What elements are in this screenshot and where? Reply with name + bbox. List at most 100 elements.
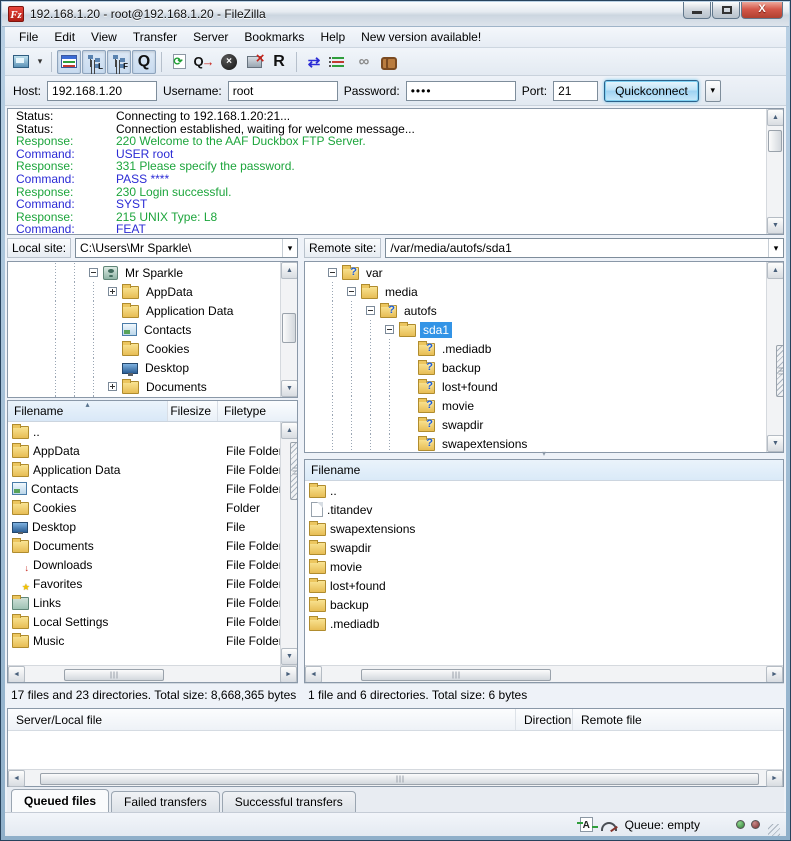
- toggle-message-log-button[interactable]: [57, 50, 81, 74]
- menu-transfer[interactable]: Transfer: [125, 28, 185, 46]
- tree-item[interactable]: var: [305, 263, 766, 282]
- file-row[interactable]: ..: [305, 481, 783, 500]
- site-manager-dropdown[interactable]: [34, 51, 46, 73]
- refresh-button[interactable]: ⟳: [167, 50, 191, 74]
- tree-item[interactable]: lost+found: [305, 377, 766, 396]
- file-row[interactable]: DocumentsFile Folder: [8, 536, 280, 555]
- tree-item[interactable]: sda1: [305, 320, 766, 339]
- file-row[interactable]: AppDataFile Folder: [8, 441, 280, 460]
- file-row[interactable]: backup: [305, 595, 783, 614]
- reconnect-button[interactable]: R: [267, 50, 291, 74]
- file-row[interactable]: movie: [305, 557, 783, 576]
- file-row[interactable]: FavoritesFile Folder: [8, 574, 280, 593]
- site-manager-button[interactable]: [9, 50, 33, 74]
- file-row[interactable]: CookiesFolder: [8, 498, 280, 517]
- directory-comparison-button[interactable]: ⇄: [302, 50, 326, 74]
- file-row[interactable]: ..: [8, 422, 280, 441]
- file-row[interactable]: ContactsFile Folder: [8, 479, 280, 498]
- file-row[interactable]: MusicFile Folder: [8, 631, 280, 650]
- scroll-thumb[interactable]: [361, 669, 551, 681]
- file-row[interactable]: .mediadb: [305, 614, 783, 633]
- scroll-right-button[interactable]: [766, 666, 783, 683]
- collapse-icon[interactable]: [361, 301, 380, 320]
- column-header-filetype[interactable]: Filetype: [218, 401, 297, 421]
- menu-file[interactable]: File: [11, 28, 46, 46]
- transfer-type-icon[interactable]: [580, 817, 593, 832]
- tree-item[interactable]: autofs: [305, 301, 766, 320]
- collapse-icon[interactable]: [380, 320, 399, 339]
- scroll-down-button[interactable]: [767, 435, 784, 452]
- toggle-remote-tree-button[interactable]: F: [107, 50, 131, 74]
- file-row[interactable]: Local SettingsFile Folder: [8, 612, 280, 631]
- tree-item[interactable]: media: [305, 282, 766, 301]
- tree-item[interactable]: Mr Sparkle: [8, 263, 280, 282]
- column-header-filename[interactable]: Filename: [305, 460, 783, 480]
- horizontal-splitter[interactable]: [304, 453, 784, 459]
- remote-site-combo[interactable]: /var/media/autofs/sda1: [385, 238, 784, 258]
- resize-grip[interactable]: [768, 824, 780, 836]
- log-scrollbar[interactable]: [766, 109, 783, 234]
- scroll-down-button[interactable]: [281, 380, 298, 397]
- column-header-filesize[interactable]: Filesize: [168, 401, 218, 421]
- combo-dropdown-icon[interactable]: [282, 239, 297, 257]
- file-row[interactable]: swapdir: [305, 538, 783, 557]
- tree-item[interactable]: Documents: [8, 377, 280, 396]
- tree-item[interactable]: swapextensions: [305, 434, 766, 452]
- close-button[interactable]: [741, 2, 783, 19]
- menu-edit[interactable]: Edit: [46, 28, 83, 46]
- host-input[interactable]: [47, 81, 157, 101]
- remote-list-hscrollbar[interactable]: [305, 665, 783, 682]
- scroll-up-button[interactable]: [281, 422, 298, 439]
- speed-limits-icon[interactable]: [601, 822, 617, 831]
- remote-tree-scrollbar[interactable]: [766, 262, 783, 452]
- file-row[interactable]: Application DataFile Folder: [8, 460, 280, 479]
- port-input[interactable]: [553, 81, 598, 101]
- tree-item[interactable]: movie: [305, 396, 766, 415]
- tree-item[interactable]: .mediadb: [305, 339, 766, 358]
- file-row[interactable]: LinksFile Folder: [8, 593, 280, 612]
- column-header-server-local-file[interactable]: Server/Local file: [8, 709, 516, 730]
- tree-item[interactable]: swapdir: [305, 415, 766, 434]
- combo-dropdown-icon[interactable]: [768, 239, 783, 257]
- toggle-local-tree-button[interactable]: L: [82, 50, 106, 74]
- password-input[interactable]: [406, 81, 516, 101]
- tree-item[interactable]: Contacts: [8, 320, 280, 339]
- file-row[interactable]: DesktopFile: [8, 517, 280, 536]
- scroll-right-button[interactable]: [766, 770, 783, 787]
- collapse-icon[interactable]: [84, 263, 103, 282]
- scroll-up-button[interactable]: [767, 262, 784, 279]
- toggle-queue-button[interactable]: Q: [132, 50, 156, 74]
- scroll-up-button[interactable]: [281, 262, 298, 279]
- menu-server[interactable]: Server: [185, 28, 236, 46]
- minimize-button[interactable]: [683, 2, 711, 19]
- scroll-thumb[interactable]: [282, 313, 296, 343]
- tab-failed-transfers[interactable]: Failed transfers: [111, 791, 220, 812]
- queue-hscrollbar[interactable]: [8, 769, 783, 786]
- directory-listing-filter-button[interactable]: ∞: [352, 50, 376, 74]
- cancel-button[interactable]: ×: [217, 50, 241, 74]
- tab-queued-files[interactable]: Queued files: [11, 789, 109, 812]
- file-search-button[interactable]: [377, 50, 401, 74]
- scroll-thumb[interactable]: [768, 130, 782, 152]
- collapse-icon[interactable]: [323, 263, 342, 282]
- expand-icon[interactable]: [103, 282, 122, 301]
- column-header-remote-file[interactable]: Remote file: [573, 709, 783, 730]
- tree-item[interactable]: backup: [305, 358, 766, 377]
- disconnect-button[interactable]: [242, 50, 266, 74]
- expand-icon[interactable]: [103, 377, 122, 396]
- process-queue-button[interactable]: Q: [192, 50, 216, 74]
- synchronized-browsing-button[interactable]: [327, 50, 351, 74]
- tab-successful-transfers[interactable]: Successful transfers: [222, 791, 356, 812]
- tree-item[interactable]: Desktop: [8, 358, 280, 377]
- menu-view[interactable]: View: [83, 28, 125, 46]
- file-row[interactable]: swapextensions: [305, 519, 783, 538]
- scroll-up-button[interactable]: [767, 109, 784, 126]
- scroll-thumb[interactable]: [40, 773, 759, 785]
- menu-bookmarks[interactable]: Bookmarks: [236, 28, 312, 46]
- scroll-right-button[interactable]: [280, 666, 297, 683]
- file-row[interactable]: DownloadsFile Folder: [8, 555, 280, 574]
- expand-icon[interactable]: [103, 396, 122, 397]
- menu-help[interactable]: Help: [312, 28, 353, 46]
- scroll-thumb[interactable]: [64, 669, 164, 681]
- quickconnect-button[interactable]: Quickconnect: [604, 80, 699, 102]
